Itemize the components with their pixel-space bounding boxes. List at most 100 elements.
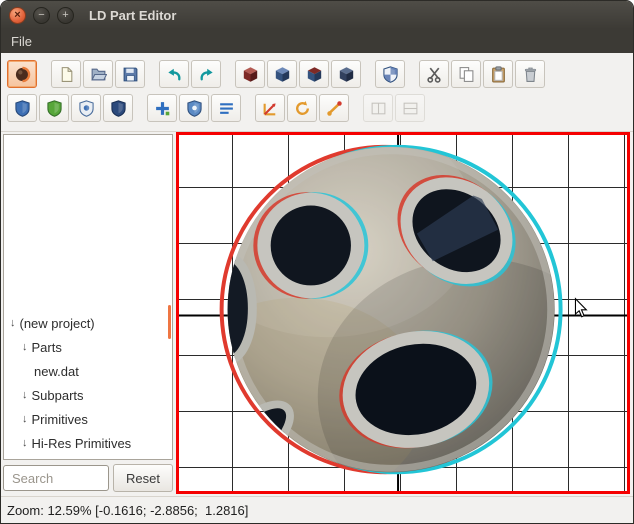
sphere-tool-icon — [14, 66, 31, 83]
add-plus-icon — [154, 100, 171, 117]
titlebar: × − + LD Part Editor — [1, 1, 633, 29]
tree-item-new-project[interactable]: ↓ (new project) — [4, 311, 172, 335]
open-file-button[interactable] — [83, 60, 113, 88]
minimize-button[interactable]: − — [33, 6, 50, 24]
tree-item-new-dat[interactable]: new.dat — [4, 359, 172, 383]
expander-arrow-icon[interactable]: ↓ — [10, 317, 16, 329]
paste-icon — [490, 65, 507, 83]
tree-item-hi-res-primitives[interactable]: ↓ Hi-Res Primitives — [4, 431, 172, 455]
shield-blue-button[interactable] — [7, 94, 37, 122]
expander-arrow-icon[interactable]: ↓ — [22, 341, 28, 353]
maximize-button[interactable]: + — [57, 6, 74, 24]
split-horizontal-button — [363, 94, 393, 122]
window-title: LD Part Editor — [89, 7, 177, 23]
close-button[interactable]: × — [9, 6, 26, 24]
tree-item-label: Primitives — [31, 411, 88, 427]
zoom-status: Zoom: 12.59% [-0.1616; -2.8856; 1.2816] — [7, 502, 249, 518]
rotate-orange-icon — [294, 100, 311, 117]
toolbar-row-2 — [5, 91, 629, 125]
shield-light-button[interactable] — [71, 94, 101, 122]
project-tree: ↓ (new project) ↓ Parts new.dat ↓ Subparts ↓ Pri… — [3, 134, 173, 460]
new-file-icon — [58, 66, 75, 83]
shield-green-button[interactable] — [39, 94, 69, 122]
shield-navy-icon — [110, 99, 127, 117]
measure-orange-button[interactable] — [319, 94, 349, 122]
app-window: × − + LD Part Editor File ↓ (new project)… — [0, 0, 634, 524]
toolbar-group — [159, 60, 221, 88]
tree-item-subparts[interactable]: ↓ Subparts — [4, 383, 172, 407]
add-plus-button[interactable] — [147, 94, 177, 122]
toolbar-group — [7, 94, 133, 122]
reset-button[interactable]: Reset — [113, 464, 173, 492]
copy-button[interactable] — [451, 60, 481, 88]
hole-upper-left — [257, 192, 364, 299]
3d-viewport[interactable] — [176, 132, 630, 494]
cut-icon — [426, 66, 443, 83]
shield-green-icon — [46, 99, 63, 117]
toolbar-group — [375, 60, 405, 88]
measure-orange-icon — [326, 100, 343, 117]
save-file-icon — [122, 66, 139, 83]
tree-item-parts[interactable]: ↓ Parts — [4, 335, 172, 359]
tree-item-primitives[interactable]: ↓ Primitives — [4, 407, 172, 431]
expander-arrow-icon[interactable]: ↓ — [22, 437, 28, 449]
expander-arrow-icon[interactable]: ↓ — [22, 389, 28, 401]
new-file-button[interactable] — [51, 60, 81, 88]
tree-item-list: ↓ (new project) ↓ Parts new.dat ↓ Subparts ↓ Pri… — [4, 311, 172, 455]
search-row: Reset — [3, 460, 173, 494]
undo-button[interactable] — [159, 60, 189, 88]
hole-left-partial — [227, 252, 257, 365]
toolbar-group — [235, 60, 361, 88]
cube-blue-button[interactable] — [267, 60, 297, 88]
toolbar-group — [363, 94, 425, 122]
tree-item-label: Hi-Res Primitives — [31, 435, 132, 451]
toolbar-group — [419, 60, 545, 88]
rotate-orange-button[interactable] — [287, 94, 317, 122]
split-vertical-button — [395, 94, 425, 122]
search-input[interactable] — [3, 465, 110, 491]
axes-orange-icon — [262, 100, 279, 117]
toolbar-group — [51, 60, 145, 88]
line-list-icon — [218, 100, 235, 117]
cut-button[interactable] — [419, 60, 449, 88]
tree-item-label: Subparts — [31, 387, 84, 403]
shield-badge-button[interactable] — [179, 94, 209, 122]
menubar: File — [1, 29, 633, 53]
shield-check-icon — [382, 65, 399, 83]
paste-button[interactable] — [483, 60, 513, 88]
mouse-cursor-icon — [574, 297, 588, 318]
toolbar-area — [1, 53, 633, 132]
tree-item-label: (new project) — [19, 315, 95, 331]
save-file-button[interactable] — [115, 60, 145, 88]
tree-item-label: Parts — [31, 339, 62, 355]
scrollbar-thumb[interactable] — [168, 305, 171, 339]
axes-orange-button[interactable] — [255, 94, 285, 122]
toolbar-group — [255, 94, 349, 122]
cube-violet-icon — [306, 66, 323, 83]
statusbar: Zoom: 12.59% [-0.1616; -2.8856; 1.2816] — [1, 496, 633, 523]
menu-file[interactable]: File — [1, 31, 42, 52]
cube-blue-icon — [274, 66, 291, 83]
expander-arrow-icon[interactable]: ↓ — [22, 413, 28, 425]
shield-blue-icon — [14, 99, 31, 117]
copy-icon — [458, 66, 475, 83]
line-list-button[interactable] — [211, 94, 241, 122]
cube-red-button[interactable] — [235, 60, 265, 88]
toolbar-group — [7, 60, 37, 88]
open-file-icon — [90, 66, 107, 83]
delete-button[interactable] — [515, 60, 545, 88]
redo-button[interactable] — [191, 60, 221, 88]
sphere-tool-button[interactable] — [7, 60, 37, 88]
toolbar-row-1 — [5, 57, 629, 91]
cube-violet-button[interactable] — [299, 60, 329, 88]
main-area: ↓ (new project) ↓ Parts new.dat ↓ Subparts ↓ Pri… — [1, 132, 633, 496]
split-vertical-icon — [402, 100, 419, 117]
cube-navy-button[interactable] — [331, 60, 361, 88]
shield-light-icon — [78, 99, 95, 117]
shield-check-button[interactable] — [375, 60, 405, 88]
sidebar: ↓ (new project) ↓ Parts new.dat ↓ Subparts ↓ Pri… — [1, 132, 175, 496]
3d-model-render — [179, 135, 627, 491]
redo-icon — [198, 66, 215, 83]
undo-icon — [166, 66, 183, 83]
shield-navy-button[interactable] — [103, 94, 133, 122]
